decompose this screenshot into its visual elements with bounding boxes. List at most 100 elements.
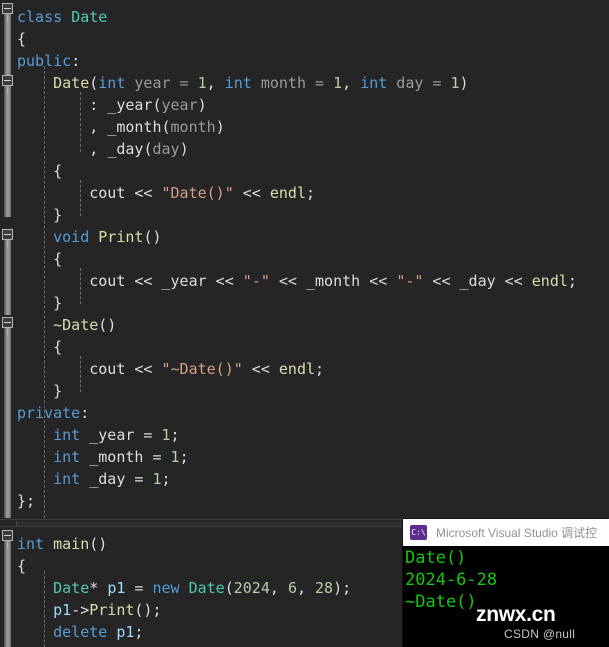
- code-line[interactable]: class Date: [17, 6, 107, 28]
- code-line[interactable]: {: [17, 248, 62, 270]
- code-token: );: [333, 579, 352, 597]
- code-token: }: [17, 206, 63, 224]
- code-line[interactable]: Date(int year = 1, int month = 1, int da…: [17, 72, 468, 94]
- code-token: private: [17, 404, 81, 422]
- code-line[interactable]: {: [17, 336, 62, 358]
- code-token: ): [215, 118, 225, 136]
- code-line[interactable]: : _year(year): [17, 94, 207, 116]
- code-token: delete: [53, 623, 108, 641]
- code-token: Print: [98, 228, 144, 246]
- console-output-line: Date(): [405, 548, 467, 568]
- code-token: {: [17, 30, 27, 48]
- console-output-area[interactable]: Date() 2024-6-28 ~Date() znwx.cn CSDN @n…: [403, 546, 609, 647]
- code-token: (: [152, 96, 162, 114]
- code-token: "Date()": [161, 184, 234, 202]
- code-token: }: [17, 294, 63, 312]
- code-token: :: [17, 96, 108, 114]
- code-line[interactable]: }: [17, 292, 62, 314]
- fold-marker-constructor[interactable]: [2, 75, 13, 93]
- code-line[interactable]: {: [17, 28, 26, 50]
- editor-gutter-top[interactable]: [0, 0, 17, 519]
- code-token: {: [17, 250, 63, 268]
- editor-pane-class-definition[interactable]: class Date { public: Date(int year = 1, in…: [0, 0, 609, 519]
- code-editor[interactable]: class Date{public: Date(int year = 1, in…: [0, 0, 609, 647]
- fold-marker-class[interactable]: [2, 3, 13, 21]
- code-line[interactable]: Date* p1 = new Date(2024, 6, 28);: [17, 577, 351, 599]
- code-token: month: [170, 118, 216, 136]
- code-token: 1: [197, 74, 207, 92]
- code-token: _day: [459, 272, 496, 290]
- code-token: _year: [107, 96, 153, 114]
- code-token: Date: [53, 579, 90, 597]
- code-token: {: [17, 338, 63, 356]
- code-token: =: [125, 470, 153, 488]
- code-line[interactable]: void Print(): [17, 226, 161, 248]
- fold-marker-main[interactable]: [2, 530, 13, 548]
- code-line[interactable]: private:: [17, 402, 89, 424]
- code-token: _day: [107, 140, 144, 158]
- code-token: ;: [567, 272, 577, 290]
- code-token: int: [98, 74, 126, 92]
- code-line[interactable]: }: [17, 380, 62, 402]
- code-line[interactable]: p1->Print();: [17, 599, 161, 621]
- code-token: (: [161, 118, 171, 136]
- code-token: p1: [53, 601, 72, 619]
- code-line[interactable]: cout << "Date()" << endl;: [17, 182, 315, 204]
- code-line[interactable]: int _year = 1;: [17, 424, 180, 446]
- code-token: 28: [315, 579, 334, 597]
- code-line[interactable]: {: [17, 555, 26, 577]
- code-token: ->: [71, 601, 90, 619]
- code-token: endl: [278, 360, 316, 378]
- code-token: public: [17, 52, 72, 70]
- code-token: day: [152, 140, 180, 158]
- code-line[interactable]: int _month = 1;: [17, 446, 188, 468]
- code-token: <<: [206, 272, 243, 290]
- code-token: <<: [242, 360, 279, 378]
- code-token: "-": [396, 272, 424, 290]
- code-line[interactable]: , _month(month): [17, 116, 225, 138]
- outline-bar-segment: [4, 541, 11, 647]
- code-token: (): [98, 316, 117, 334]
- code-token: int: [53, 448, 81, 466]
- code-line[interactable]: {: [17, 160, 62, 182]
- code-token: <<: [423, 272, 460, 290]
- code-token: Print: [89, 601, 135, 619]
- code-token: int: [360, 74, 388, 92]
- outline-bar-segment: [4, 328, 11, 518]
- code-line[interactable]: ~Date(): [17, 314, 116, 336]
- code-token: 1: [170, 448, 180, 466]
- code-token: ,: [17, 140, 108, 158]
- code-token: ,: [296, 579, 316, 597]
- code-line[interactable]: delete p1;: [17, 621, 143, 643]
- code-line[interactable]: cout << "~Date()" << endl;: [17, 358, 324, 380]
- code-token: ,: [206, 74, 225, 92]
- debug-console-window[interactable]: C:\ Microsoft Visual Studio 调试控 Date() 2…: [403, 519, 609, 647]
- code-line[interactable]: cout << _year << "-" << _month << "-" <<…: [17, 270, 577, 292]
- console-title-bar[interactable]: C:\ Microsoft Visual Studio 调试控: [403, 519, 609, 546]
- fold-marker-print[interactable]: [2, 229, 13, 247]
- code-token: ;: [170, 426, 180, 444]
- code-token: 1: [152, 470, 162, 488]
- code-token: month =: [251, 74, 334, 92]
- fold-marker-destructor[interactable]: [2, 317, 13, 335]
- code-token: 1: [450, 74, 460, 92]
- code-line[interactable]: int main(): [17, 533, 107, 555]
- code-token: ): [197, 96, 207, 114]
- code-line[interactable]: };: [17, 490, 35, 512]
- code-token: 2024: [233, 579, 270, 597]
- code-token: year =: [125, 74, 198, 92]
- code-line[interactable]: int _day = 1;: [17, 468, 170, 490]
- code-token: int: [53, 426, 81, 444]
- editor-gutter-bottom[interactable]: [0, 527, 17, 647]
- code-token: main: [53, 535, 90, 553]
- code-line[interactable]: }: [17, 204, 62, 226]
- code-line[interactable]: , _day(day): [17, 138, 188, 160]
- code-token: ;: [306, 184, 316, 202]
- code-line[interactable]: public:: [17, 50, 80, 72]
